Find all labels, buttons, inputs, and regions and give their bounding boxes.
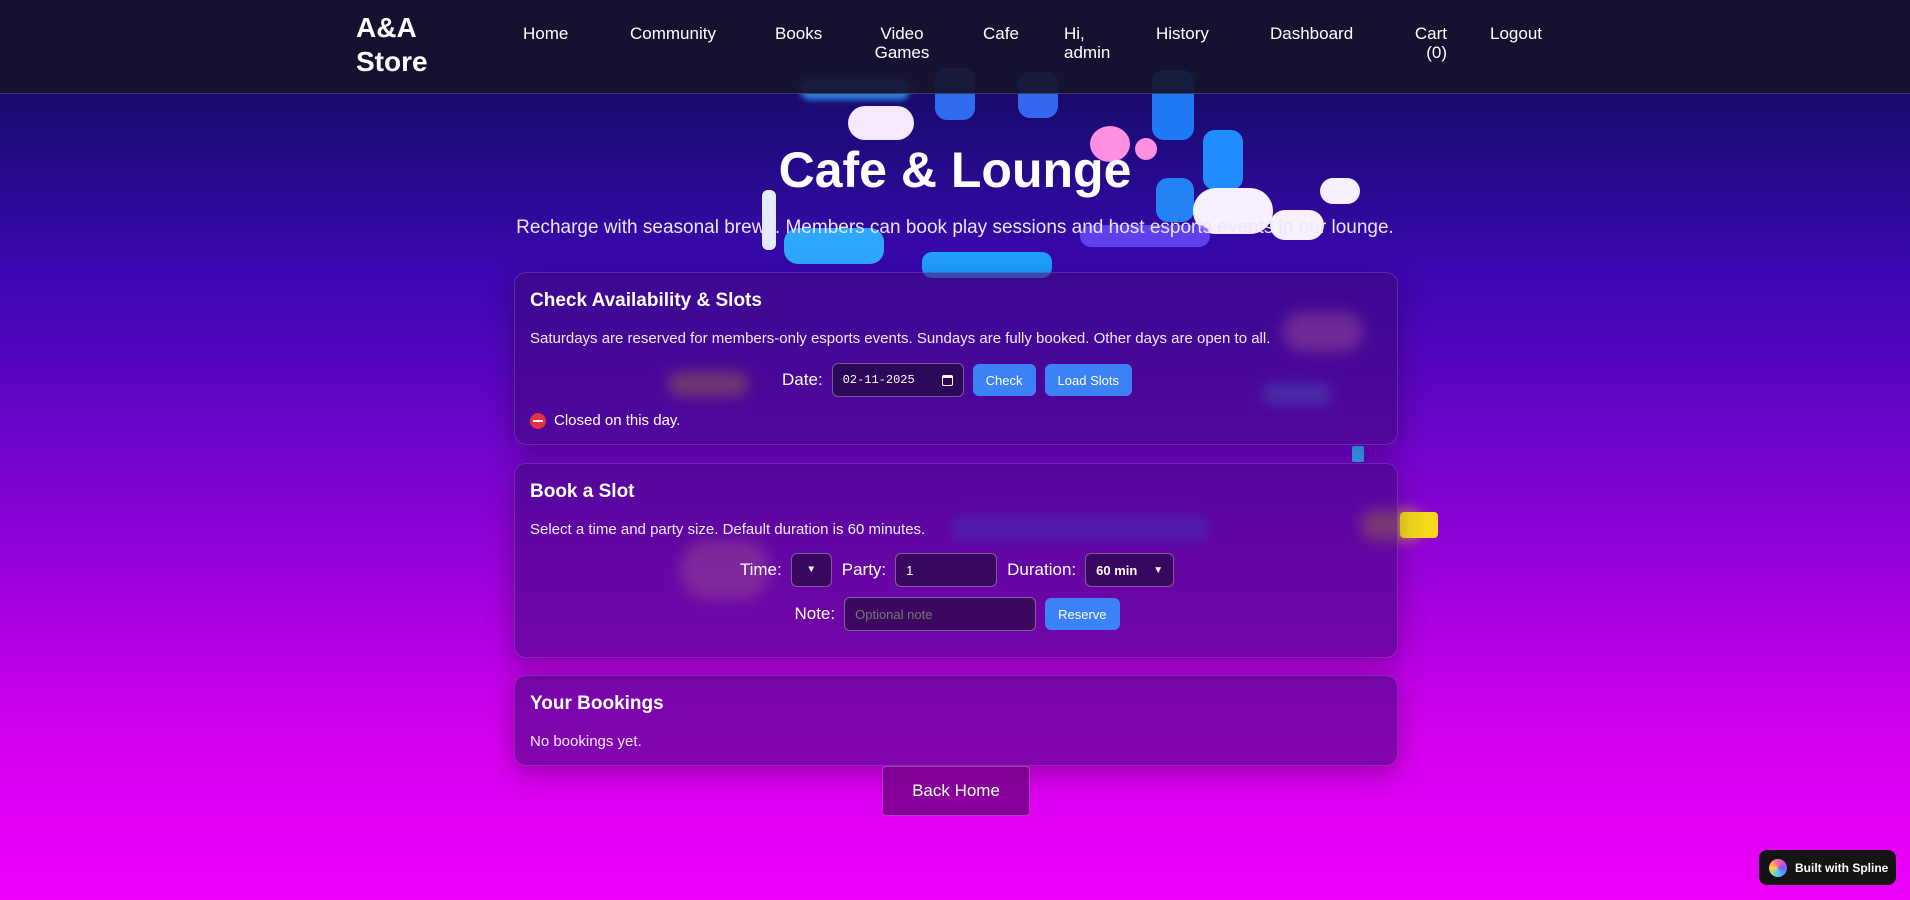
booking-title: Book a Slot (530, 481, 635, 502)
nav-community[interactable]: Community (630, 24, 716, 43)
nav-home[interactable]: Home (523, 24, 568, 43)
date-value: 02-11-2025 (842, 373, 915, 387)
availability-card: Check Availability & Slots Saturdays are… (514, 272, 1398, 445)
spline-logo-icon (1769, 858, 1787, 877)
check-button[interactable]: Check (972, 364, 1036, 396)
duration-label: Duration: (1007, 560, 1077, 579)
nav-history[interactable]: History (1156, 24, 1209, 43)
date-label: Date: (782, 370, 823, 389)
bookings-card: Your Bookings No bookings yet. (514, 675, 1398, 766)
availability-status: Closed on this day. (530, 412, 680, 429)
note-input[interactable] (844, 597, 1037, 631)
chevron-down-icon: ▼ (808, 564, 815, 576)
reserve-button[interactable]: Reserve (1045, 598, 1120, 630)
nav-cart[interactable]: Cart (0) (1395, 24, 1447, 62)
availability-title: Check Availability & Slots (530, 290, 762, 311)
load-slots-button[interactable]: Load Slots (1044, 364, 1132, 396)
brand-logo[interactable]: A&A Store (356, 11, 446, 79)
nav-greeting[interactable]: Hi, admin (1064, 24, 1114, 62)
availability-description: Saturdays are reserved for members-only … (530, 330, 1271, 347)
page-subtitle: Recharge with seasonal brews. Members ca… (516, 217, 1394, 238)
duration-select[interactable]: 60 min ▼ (1085, 553, 1175, 587)
booking-card: Book a Slot Select a time and party size… (514, 463, 1398, 658)
party-input[interactable]: 1 (895, 553, 998, 587)
nav-books[interactable]: Books (775, 24, 822, 43)
nav-logout[interactable]: Logout (1490, 24, 1542, 43)
built-with-spline-badge[interactable]: Built with Spline (1759, 850, 1896, 885)
page-title: Cafe & Lounge (778, 142, 1132, 198)
booking-description: Select a time and party size. Default du… (530, 521, 926, 538)
bookings-empty-text: No bookings yet. (530, 733, 642, 750)
party-value: 1 (906, 562, 914, 578)
back-home-button[interactable]: Back Home (882, 766, 1030, 816)
top-navbar: A&A Store Home Community Books Video Gam… (0, 0, 1910, 94)
availability-status-text: Closed on this day. (554, 412, 681, 429)
chevron-down-icon: ▼ (1153, 564, 1164, 576)
calendar-icon[interactable] (941, 374, 953, 386)
booking-form-row-1: Time: ▼ Party: 1 Duration: 60 min ▼ (515, 552, 1399, 588)
note-label: Note: (794, 604, 836, 623)
duration-value: 60 min (1096, 562, 1138, 578)
spline-badge-text: Built with Spline (1795, 860, 1889, 875)
party-label: Party: (841, 560, 887, 579)
nav-video-games[interactable]: Video Games (866, 24, 938, 62)
booking-form-row-2: Note: Reserve (515, 596, 1399, 632)
no-entry-icon (530, 412, 546, 429)
date-input[interactable]: 02-11-2025 (831, 363, 964, 397)
availability-form: Date: 02-11-2025 Check Load Slots (515, 362, 1399, 398)
time-label: Time: (739, 560, 782, 579)
nav-dashboard[interactable]: Dashboard (1270, 24, 1353, 43)
bookings-title: Your Bookings (530, 693, 664, 714)
time-select[interactable]: ▼ (790, 553, 832, 587)
nav-cafe[interactable]: Cafe (983, 24, 1019, 43)
